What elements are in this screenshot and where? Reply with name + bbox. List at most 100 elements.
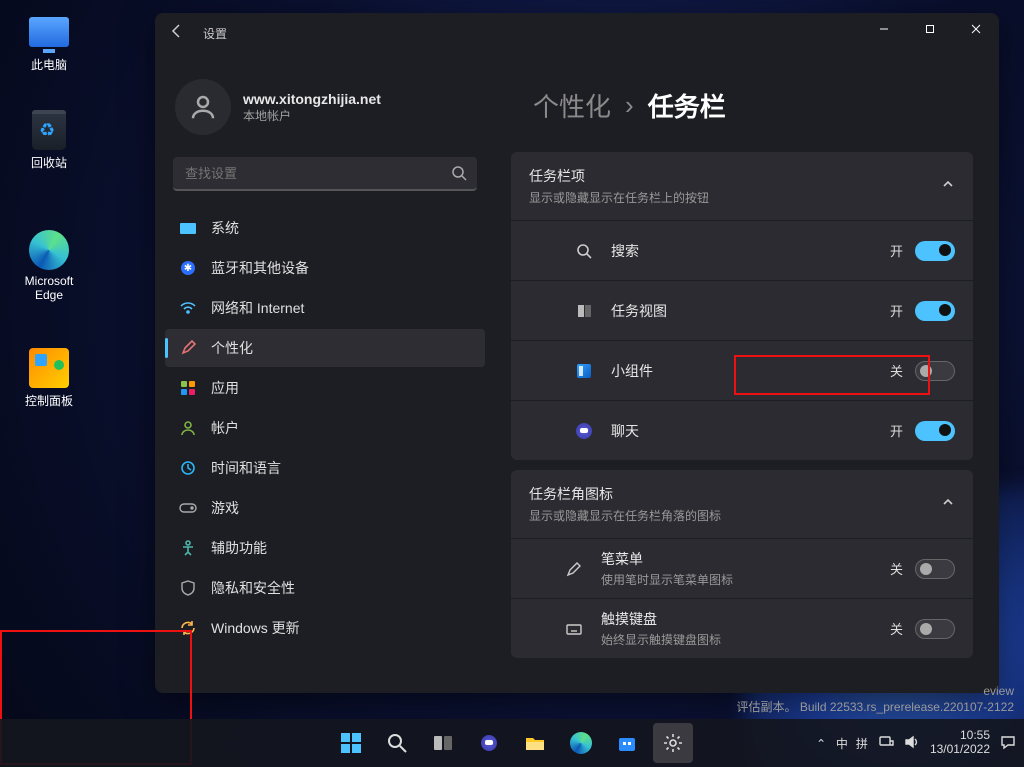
- close-button[interactable]: [953, 13, 999, 45]
- ime-mode[interactable]: 拼: [856, 735, 868, 752]
- annotation-box: [734, 355, 930, 395]
- window-title: 设置: [203, 25, 227, 42]
- nav-label: 个性化: [211, 338, 253, 358]
- breadcrumb-parent[interactable]: 个性化: [533, 87, 611, 124]
- ime-lang[interactable]: 中: [836, 735, 848, 752]
- clock-time: 10:55: [930, 729, 990, 743]
- panel-taskbar-items: 任务栏项 显示或隐藏显示在任务栏上的按钮 搜索 开 任务视图 开: [511, 152, 973, 460]
- toggle-pen[interactable]: [915, 559, 955, 579]
- back-button[interactable]: [169, 23, 185, 44]
- nav-system[interactable]: 系统: [165, 209, 485, 247]
- desktop-icon-pc[interactable]: 此电脑: [14, 12, 84, 73]
- desktop-icon-label: 此电脑: [14, 56, 84, 73]
- accessibility-icon: [179, 539, 197, 557]
- tray-volume-icon[interactable]: [904, 735, 920, 752]
- row-chat: 聊天 开: [511, 400, 973, 460]
- toggle-state: 开: [890, 301, 903, 320]
- tray-notifications-icon[interactable]: [1000, 734, 1016, 753]
- chevron-up-icon: [941, 495, 955, 514]
- breadcrumb-current: 任务栏: [648, 87, 726, 124]
- row-taskview: 任务视图 开: [511, 280, 973, 340]
- taskbar-search[interactable]: [377, 723, 417, 763]
- nav-privacy[interactable]: 隐私和安全性: [165, 569, 485, 607]
- toggle-state: 关: [890, 619, 903, 638]
- tray-network-icon[interactable]: [878, 735, 894, 752]
- toggle-state: 开: [890, 421, 903, 440]
- clock-date: 13/01/2022: [930, 743, 990, 757]
- tray-clock[interactable]: 10:55 13/01/2022: [930, 729, 990, 757]
- nav-time[interactable]: 时间和语言: [165, 449, 485, 487]
- breadcrumb: 个性化 › 任务栏: [533, 87, 973, 124]
- pc-icon: [29, 17, 69, 47]
- widgets-icon: [571, 364, 597, 378]
- nav-gaming[interactable]: 游戏: [165, 489, 485, 527]
- avatar-icon: [175, 79, 231, 135]
- maximize-button[interactable]: [907, 13, 953, 45]
- nav-label: 应用: [211, 378, 239, 398]
- desktop-icon-label: 回收站: [14, 154, 84, 171]
- user-block[interactable]: www.xitongzhijia.net 本地帐户: [165, 69, 485, 157]
- panel-corner-icons: 任务栏角图标 显示或隐藏显示在任务栏角落的图标 笔菜单使用笔时显示笔菜单图标 关…: [511, 470, 973, 658]
- start-button[interactable]: [331, 723, 371, 763]
- nav: 系统 ✱蓝牙和其他设备 网络和 Internet 个性化 应用 帐户 时间和语言…: [165, 205, 485, 651]
- nav-accounts[interactable]: 帐户: [165, 409, 485, 447]
- nav-apps[interactable]: 应用: [165, 369, 485, 407]
- nav-label: 系统: [211, 218, 239, 238]
- clock-icon: [179, 459, 197, 477]
- bin-icon: [32, 110, 66, 150]
- row-label: 小组件: [611, 361, 653, 381]
- row-search: 搜索 开: [511, 220, 973, 280]
- tray-chevron-icon[interactable]: ⌄: [816, 736, 826, 750]
- nav-label: 网络和 Internet: [211, 298, 304, 318]
- taskbar-chat[interactable]: [469, 723, 509, 763]
- control-panel-icon: [29, 348, 69, 388]
- row-label: 笔菜单: [601, 549, 733, 569]
- minimize-button[interactable]: [861, 13, 907, 45]
- panel-title: 任务栏角图标: [529, 484, 721, 504]
- nav-accessibility[interactable]: 辅助功能: [165, 529, 485, 567]
- nav-update[interactable]: Windows 更新: [165, 609, 485, 647]
- taskbar: ⌄ 中 拼 10:55 13/01/2022: [0, 719, 1024, 767]
- desktop-icon-edge[interactable]: Microsoft Edge: [14, 230, 84, 302]
- row-sub: 使用笔时显示笔菜单图标: [601, 571, 733, 588]
- toggle-search[interactable]: [915, 241, 955, 261]
- desktop-icon-recycle[interactable]: 回收站: [14, 110, 84, 171]
- panel-subtitle: 显示或隐藏显示在任务栏角落的图标: [529, 507, 721, 524]
- row-sub: 始终显示触摸键盘图标: [601, 631, 721, 648]
- taskbar-store[interactable]: [607, 723, 647, 763]
- edge-icon: [570, 732, 592, 754]
- search-input[interactable]: [173, 157, 477, 191]
- brush-icon: [179, 339, 197, 357]
- nav-label: 时间和语言: [211, 458, 281, 478]
- toggle-touchkb[interactable]: [915, 619, 955, 639]
- row-touchkb: 触摸键盘始终显示触摸键盘图标 关: [511, 598, 973, 658]
- row-label: 搜索: [611, 241, 639, 261]
- nav-label: 游戏: [211, 498, 239, 518]
- shield-icon: [179, 579, 197, 597]
- search-icon: [571, 243, 597, 259]
- content-pane: 个性化 › 任务栏 任务栏项 显示或隐藏显示在任务栏上的按钮 搜索 开: [495, 13, 999, 693]
- taskbar-settings[interactable]: [653, 723, 693, 763]
- nav-bluetooth[interactable]: ✱蓝牙和其他设备: [165, 249, 485, 287]
- taskbar-taskview[interactable]: [423, 723, 463, 763]
- toggle-chat[interactable]: [915, 421, 955, 441]
- nav-personalization[interactable]: 个性化: [165, 329, 485, 367]
- sidebar: www.xitongzhijia.net 本地帐户 系统 ✱蓝牙和其他设备 网络…: [155, 13, 495, 693]
- taskbar-explorer[interactable]: [515, 723, 555, 763]
- system-icon: [180, 223, 196, 234]
- chevron-right-icon: ›: [625, 90, 634, 121]
- nav-label: 蓝牙和其他设备: [211, 258, 309, 278]
- panel-header[interactable]: 任务栏角图标 显示或隐藏显示在任务栏角落的图标: [511, 470, 973, 538]
- taskbar-edge[interactable]: [561, 723, 601, 763]
- row-label: 任务视图: [611, 301, 667, 321]
- toggle-taskview[interactable]: [915, 301, 955, 321]
- desktop-icon-label: Microsoft Edge: [14, 274, 84, 302]
- desktop-icon-cpanel[interactable]: 控制面板: [14, 348, 84, 409]
- keyboard-icon: [561, 620, 587, 638]
- nav-network[interactable]: 网络和 Internet: [165, 289, 485, 327]
- user-subtitle: 本地帐户: [243, 107, 381, 124]
- edge-icon: [29, 230, 69, 270]
- game-icon: [179, 499, 197, 517]
- apps-icon: [181, 381, 195, 395]
- panel-header[interactable]: 任务栏项 显示或隐藏显示在任务栏上的按钮: [511, 152, 973, 220]
